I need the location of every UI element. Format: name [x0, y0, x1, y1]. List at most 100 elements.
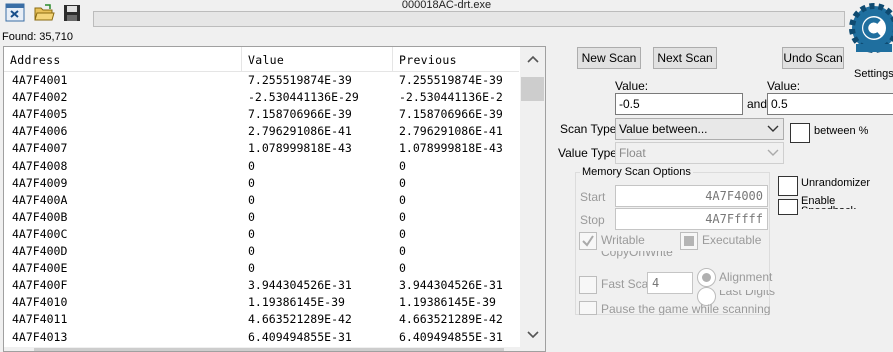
indeterminate-mark: [684, 236, 694, 246]
alignment-label: Alignment: [719, 270, 773, 284]
start-address-input[interactable]: 4A7F4000: [615, 185, 768, 207]
table-row[interactable]: 4A7F4008 0 0: [4, 158, 519, 175]
cell-value: 7.255519874E-39: [248, 73, 352, 87]
settings-link[interactable]: Settings: [854, 68, 893, 80]
cell-previous: 7.255519874E-39: [399, 73, 503, 87]
scan-type-label: Scan Type: [560, 122, 617, 136]
cell-previous: 0: [399, 209, 406, 224]
fast-scan-checkbox[interactable]: [579, 276, 597, 294]
table-row[interactable]: 4A7F4001 7.255519874E-39 7.255519874E-39: [4, 72, 519, 89]
cell-previous: 0: [399, 244, 406, 258]
stop-address-input[interactable]: 4A7Fffff: [615, 208, 768, 230]
table-row[interactable]: 4A7F400B 0 0: [4, 209, 519, 226]
cell-previous: 1.19386145E-39: [399, 295, 496, 310]
process-title: 000018AC-drt.exe: [401, 0, 492, 11]
copyonwrite-label: CopyOnWrite: [601, 251, 673, 259]
table-row[interactable]: 4A7F4010 1.19386145E-39 1.19386145E-39: [4, 294, 519, 311]
between-percent-label: between %: [814, 125, 869, 137]
table-row[interactable]: 4A7F4009 0 0: [4, 175, 519, 192]
value1-label: Value:: [615, 79, 649, 93]
cell-value: 1.19386145E-39: [248, 295, 345, 310]
cell-previous: 0: [399, 192, 406, 207]
last-digits-label: Last Digits: [719, 290, 776, 298]
cell-address: 4A7F4002: [12, 90, 68, 105]
value-type-value: Float: [619, 146, 646, 160]
cheat-engine-logo-icon[interactable]: [846, 0, 893, 66]
fast-scan-alignment-input[interactable]: 4: [647, 272, 693, 294]
cell-previous: 0: [399, 226, 406, 241]
vertical-scrollbar[interactable]: [520, 47, 545, 351]
cell-address: 4A7F400A: [12, 192, 68, 207]
undo-scan-button[interactable]: Undo Scan: [782, 47, 844, 69]
table-row[interactable]: 4A7F4006 2.796291086E-41 2.796291086E-41: [4, 123, 519, 140]
pause-game-label: Pause the game while scanning: [601, 302, 771, 315]
writable-checkbox[interactable]: [579, 232, 597, 250]
radio-dot: [702, 273, 711, 282]
cell-address: 4A7F400C: [12, 226, 68, 241]
table-row[interactable]: 4A7F400C 0 0: [4, 226, 519, 243]
value1-input[interactable]: -0.5: [615, 93, 743, 115]
cell-previous: 1.078999818E-43: [399, 141, 503, 156]
header-previous[interactable]: Previous: [393, 47, 519, 71]
table-row[interactable]: 4A7F4002 -2.530441136E-29 -2.530441136E-2: [4, 89, 519, 106]
cell-value: -2.530441136E-29: [248, 90, 359, 105]
scan-progress-bar: [93, 11, 845, 27]
cell-previous: 7.158706966E-39: [399, 107, 503, 122]
table-row[interactable]: 4A7F400A 0 0: [4, 192, 519, 209]
speedhack-checkbox[interactable]: [778, 199, 798, 215]
cell-value: 0: [248, 192, 255, 207]
cell-value: 3.944304526E-31: [248, 278, 352, 293]
stop-label: Stop: [580, 213, 605, 227]
header-address[interactable]: Address: [4, 47, 242, 71]
scroll-down-icon[interactable]: [527, 331, 539, 339]
table-row[interactable]: 4A7F400D 0 0: [4, 243, 519, 260]
cell-value: 1.078999818E-43: [248, 141, 352, 156]
cell-address: 4A7F400E: [12, 261, 68, 276]
cell-address: 4A7F4006: [12, 124, 68, 139]
cell-address: 4A7F400B: [12, 209, 68, 224]
cell-address: 4A7F4011: [12, 312, 68, 327]
start-label: Start: [580, 190, 606, 204]
cell-previous: 6.409494855E-31: [399, 329, 503, 344]
horizontal-scrollbar[interactable]: [4, 347, 520, 351]
next-scan-button[interactable]: Next Scan: [653, 47, 717, 69]
writable-label: Writable: [601, 233, 645, 247]
cell-address: 4A7F4010: [12, 295, 68, 310]
cell-address: 4A7F400D: [12, 244, 68, 258]
value2-label: Value:: [767, 79, 801, 93]
vertical-scroll-thumb[interactable]: [521, 77, 544, 101]
executable-checkbox[interactable]: [680, 232, 698, 250]
cell-previous: 0: [399, 158, 406, 173]
chevron-down-icon: [767, 125, 779, 132]
horizontal-scroll-thumb[interactable]: [34, 348, 504, 351]
executable-label: Executable: [702, 233, 762, 247]
results-list[interactable]: Address Value Previous 4A7F4001 7.2555198…: [3, 46, 546, 352]
cell-address: 4A7F4013: [12, 329, 68, 344]
scroll-up-icon[interactable]: [527, 55, 539, 63]
between-percent-checkbox[interactable]: [790, 123, 810, 143]
cell-previous: 0: [399, 175, 406, 190]
cell-value: 0: [248, 175, 255, 190]
table-row[interactable]: 4A7F4013 6.409494855E-31 6.409494855E-31: [4, 329, 519, 346]
unrandomizer-label: Unrandomizer: [801, 177, 871, 189]
scan-type-select[interactable]: Value between...: [615, 118, 784, 140]
cell-value: 0: [248, 226, 255, 241]
alignment-radio[interactable]: [697, 268, 716, 287]
value-type-select[interactable]: Float: [615, 142, 784, 164]
cell-address: 4A7F4008: [12, 158, 68, 173]
checkmark-icon: [582, 235, 594, 247]
header-value[interactable]: Value: [242, 47, 393, 71]
value2-input[interactable]: 0.5: [767, 93, 893, 115]
table-row[interactable]: 4A7F400E 0 0: [4, 260, 519, 277]
table-row[interactable]: 4A7F4011 4.663521289E-42 4.663521289E-42: [4, 311, 519, 328]
cell-previous: 2.796291086E-41: [399, 124, 503, 139]
table-row[interactable]: 4A7F4005 7.158706966E-39 7.158706966E-39: [4, 106, 519, 123]
cell-value: 7.158706966E-39: [248, 107, 352, 122]
table-row[interactable]: 4A7F400F 3.944304526E-31 3.944304526E-31: [4, 277, 519, 294]
cell-value: 0: [248, 209, 255, 224]
cell-address: 4A7F4007: [12, 141, 68, 156]
pause-game-checkbox[interactable]: [579, 301, 597, 315]
table-row[interactable]: 4A7F4007 1.078999818E-43 1.078999818E-43: [4, 140, 519, 157]
unrandomizer-checkbox[interactable]: [778, 176, 798, 196]
new-scan-button[interactable]: New Scan: [577, 47, 641, 69]
